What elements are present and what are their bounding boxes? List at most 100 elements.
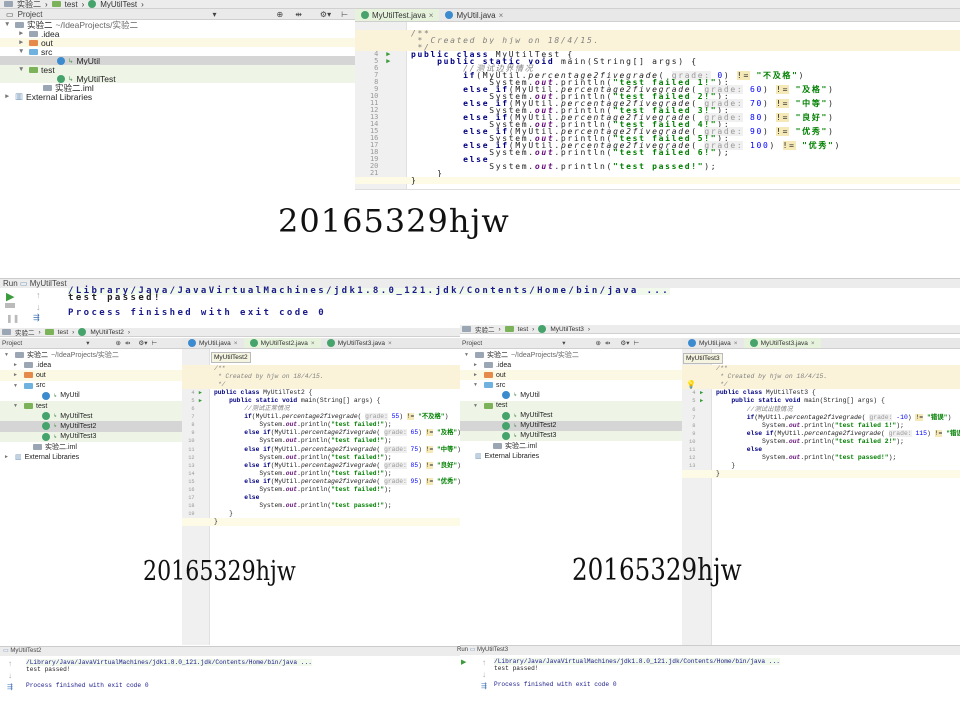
editor-tab[interactable]: MyUtilTest3.java × bbox=[321, 338, 398, 348]
view-dropdown-icon[interactable]: ▾ bbox=[212, 10, 216, 19]
rerun-icon[interactable]: ▶ bbox=[6, 290, 14, 303]
tree-item[interactable]: ▼ src bbox=[0, 47, 355, 57]
tree-item[interactable]: ↳ MyUtilTest2 bbox=[0, 421, 182, 432]
lightbulb-icon[interactable]: 💡 bbox=[686, 380, 696, 389]
run-config-name[interactable]: MyUtilTest2 bbox=[10, 648, 41, 654]
soft-wrap-icon[interactable]: ⇶ bbox=[481, 682, 487, 690]
tree-item[interactable]: ► out bbox=[0, 38, 355, 48]
tree-item[interactable]: ▼ test bbox=[460, 400, 682, 411]
tree-item[interactable]: ↳ MyUtilTest2 bbox=[460, 420, 682, 431]
expand-down-icon[interactable]: ▼ bbox=[13, 403, 21, 409]
hide-icon[interactable]: ⊢ bbox=[634, 339, 640, 347]
code-editor[interactable]: 1/**2 * Created by hjw on 18/4/15.3 */4▶… bbox=[682, 349, 960, 645]
tree-item[interactable]: ↳ MyUtilTest bbox=[0, 411, 182, 422]
tree-item[interactable]: ↳ MyUtilTest bbox=[0, 74, 355, 84]
close-icon[interactable]: × bbox=[311, 340, 315, 347]
tree-item[interactable]: ► ▥ External Libraries bbox=[0, 452, 182, 462]
expand-down-icon[interactable]: ▼ bbox=[13, 383, 21, 389]
tree-item[interactable]: 实验二.iml bbox=[0, 442, 182, 452]
expand-right-icon[interactable]: ► bbox=[473, 362, 481, 368]
expand-right-icon[interactable]: ► bbox=[13, 362, 21, 368]
view-dropdown-icon[interactable]: ▾ bbox=[86, 339, 89, 347]
breadcrumb-item[interactable]: MyUtilTest bbox=[100, 0, 137, 8]
expand-down-icon[interactable]: ▼ bbox=[473, 382, 481, 388]
expand-down-icon[interactable]: ▼ bbox=[18, 66, 26, 73]
breadcrumb-item[interactable]: test bbox=[58, 329, 68, 336]
tree-item[interactable]: ↳ MyUtilTest bbox=[460, 410, 682, 421]
tree-item[interactable]: ↳ MyUtil bbox=[0, 391, 182, 401]
tree-item[interactable]: ► ▥ External Libraries bbox=[0, 91, 355, 102]
breadcrumb-item[interactable]: test bbox=[65, 0, 78, 8]
expand-right-icon[interactable]: ► bbox=[18, 30, 26, 37]
tree-item[interactable]: ▥ External Libraries bbox=[460, 451, 682, 461]
tree-item[interactable]: ▼ src bbox=[460, 380, 682, 390]
editor-tab[interactable]: MyUtil.java × bbox=[182, 338, 244, 348]
tree-item[interactable]: ▼ src bbox=[0, 381, 182, 391]
expand-right-icon[interactable]: ► bbox=[13, 372, 21, 378]
stop-icon[interactable] bbox=[5, 303, 15, 308]
soft-wrap-icon[interactable]: ⇶ bbox=[33, 313, 40, 322]
hide-icon[interactable]: ⊢ bbox=[152, 339, 158, 347]
editor-tab[interactable]: MyUtil.java × bbox=[682, 338, 744, 348]
tree-item[interactable]: ► out bbox=[460, 370, 682, 381]
expand-down-icon[interactable]: ▼ bbox=[473, 403, 481, 409]
breadcrumb-item[interactable]: MyUtilTest2 bbox=[90, 329, 124, 336]
pause-icon[interactable]: ❚❚ bbox=[6, 314, 19, 323]
editor-tab[interactable]: MyUtilTest3.java × bbox=[743, 338, 821, 348]
close-icon[interactable]: × bbox=[388, 340, 392, 347]
gear-icon[interactable]: ⚙▾ bbox=[620, 339, 629, 347]
up-icon[interactable]: ↑ bbox=[8, 659, 12, 668]
breadcrumb-item[interactable]: 实验二 bbox=[475, 325, 495, 333]
view-dropdown-icon[interactable]: ▾ bbox=[562, 339, 565, 347]
tree-item[interactable]: ► .idea bbox=[0, 360, 182, 370]
tree-item[interactable]: ► out bbox=[0, 370, 182, 381]
up-icon[interactable]: ↑ bbox=[36, 290, 41, 300]
gear-icon[interactable]: ⚙▾ bbox=[138, 339, 147, 347]
tree-item[interactable]: ▼ test bbox=[0, 401, 182, 412]
tree-item[interactable]: ► .idea bbox=[460, 360, 682, 370]
run-config-name[interactable]: MyUtilTest3 bbox=[477, 647, 508, 653]
editor-tab[interactable]: MyUtilTest2.java × bbox=[243, 338, 321, 348]
tree-item[interactable]: ► .idea bbox=[0, 29, 355, 39]
expand-down-icon[interactable]: ▼ bbox=[18, 48, 26, 55]
sync-icon[interactable]: ⊕ bbox=[276, 10, 283, 19]
expand-down-icon[interactable]: ▼ bbox=[4, 352, 12, 358]
breadcrumb-item[interactable]: test bbox=[518, 326, 528, 333]
expand-down-icon[interactable]: ▼ bbox=[4, 21, 12, 28]
editor-tab[interactable]: MyUtilTest.java × bbox=[355, 9, 440, 21]
expand-right-icon[interactable]: ► bbox=[18, 39, 26, 46]
tree-item[interactable]: ↳ MyUtilTest3 bbox=[460, 430, 682, 441]
editor-tab[interactable]: MyUtil.java × bbox=[439, 9, 509, 21]
run-config-name[interactable]: MyUtilTest bbox=[30, 279, 67, 288]
tree-item[interactable]: ▼ 实验二 ~/IdeaProjects/实验二 bbox=[460, 350, 682, 360]
hide-icon[interactable]: ⊢ bbox=[341, 10, 348, 19]
gear-icon[interactable]: ⚙▾ bbox=[320, 10, 331, 19]
tree-item[interactable]: ▼ test bbox=[0, 65, 355, 75]
tree-item[interactable]: 实验二.iml bbox=[460, 441, 682, 451]
close-icon[interactable]: × bbox=[234, 340, 238, 347]
tree-item[interactable]: ↳ MyUtilTest3 bbox=[0, 431, 182, 442]
tree-item[interactable]: ▼ 实验二 ~/IdeaProjects/实验二 bbox=[0, 350, 182, 360]
expand-down-icon[interactable]: ▼ bbox=[464, 352, 472, 358]
code-editor[interactable]: 1/**2 * Created by hjw on 18/4/15.3 */4▶… bbox=[182, 349, 460, 645]
down-icon[interactable]: ↓ bbox=[36, 302, 41, 312]
rerun-icon[interactable]: ▶ bbox=[461, 658, 466, 666]
code-editor[interactable]: 1/**2 * Created by hjw on 18/4/15.3 */4▶… bbox=[355, 22, 960, 190]
collapse-icon[interactable]: ⇹ bbox=[295, 10, 302, 19]
expand-right-icon[interactable]: ► bbox=[4, 93, 12, 100]
expand-right-icon[interactable]: ► bbox=[4, 454, 12, 460]
down-icon[interactable]: ↓ bbox=[8, 671, 12, 680]
sync-icon[interactable]: ⊕ bbox=[596, 339, 601, 347]
close-icon[interactable]: × bbox=[734, 340, 738, 347]
collapse-icon[interactable]: ⇹ bbox=[605, 339, 610, 347]
breadcrumb-item[interactable]: 实验二 bbox=[15, 328, 35, 336]
collapse-icon[interactable]: ⇹ bbox=[125, 339, 130, 347]
breadcrumb-item[interactable]: 实验二 bbox=[17, 0, 41, 8]
breadcrumb-item[interactable]: MyUtilTest3 bbox=[550, 326, 584, 333]
soft-wrap-icon[interactable]: ⇶ bbox=[7, 683, 13, 691]
down-icon[interactable]: ↓ bbox=[482, 670, 486, 679]
close-icon[interactable]: × bbox=[811, 340, 815, 347]
tree-item[interactable]: ↳ MyUtil bbox=[460, 390, 682, 400]
up-icon[interactable]: ↑ bbox=[482, 658, 486, 667]
expand-right-icon[interactable]: ► bbox=[473, 372, 481, 378]
